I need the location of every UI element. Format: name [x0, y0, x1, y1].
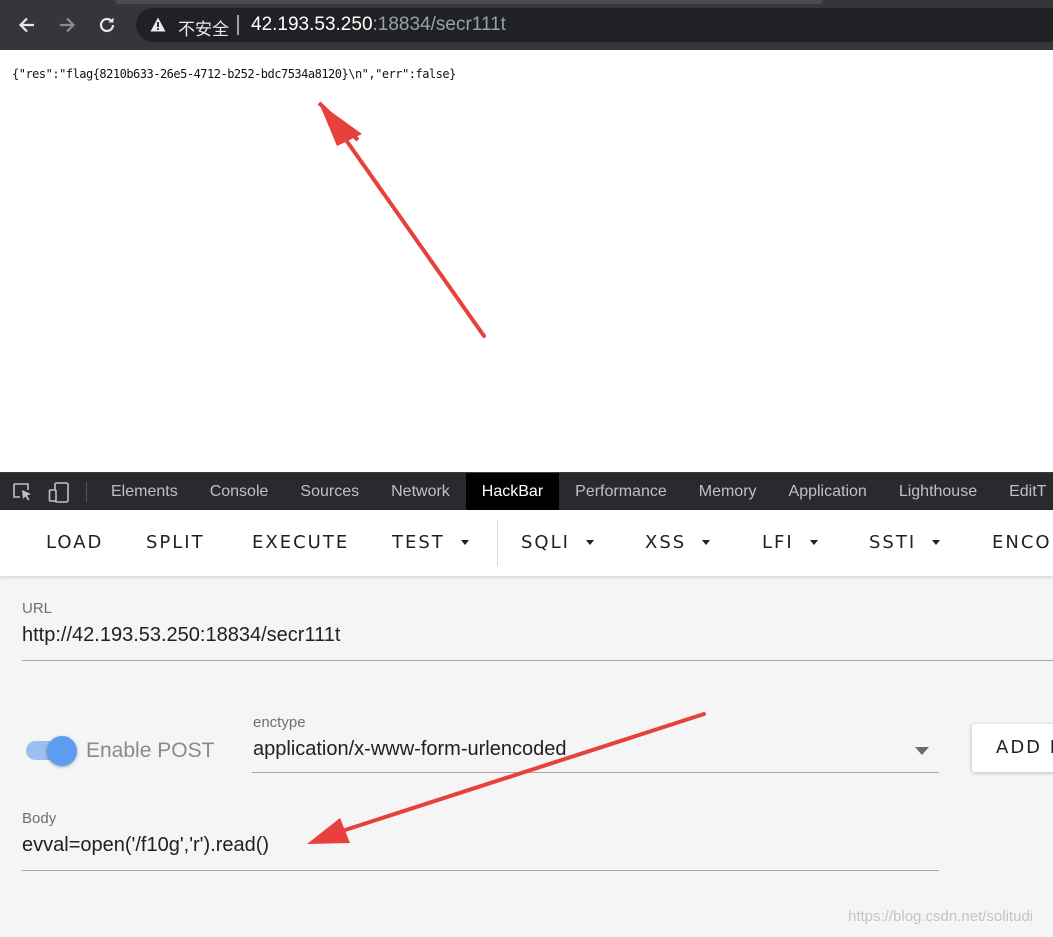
devtools-divider — [86, 482, 87, 502]
test-label: TEST — [392, 532, 445, 553]
inspect-element-icon[interactable] — [12, 482, 34, 502]
not-secure-label[interactable]: 不安全 — [178, 15, 229, 40]
tab-console[interactable]: Console — [194, 473, 285, 511]
sqli-menu-button[interactable]: SQLI — [521, 532, 594, 553]
caret-down-icon — [585, 540, 594, 545]
forward-button[interactable] — [52, 10, 82, 40]
load-button[interactable]: LOAD — [46, 532, 103, 553]
toolbar-separator — [497, 520, 498, 566]
tab-hackbar[interactable]: HackBar — [465, 473, 560, 511]
caret-down-icon — [932, 540, 941, 545]
dropdown-arrow-icon[interactable] — [915, 747, 929, 755]
devtools-tab-bar: Elements Console Sources Network HackBar… — [0, 472, 1053, 511]
caret-down-icon — [702, 540, 711, 545]
url-text[interactable]: 42.193.53.250:18834/secr111t — [251, 14, 506, 36]
caret-down-icon — [460, 540, 469, 545]
json-response: {"res":"flag{8210b633-26e5-4712-b252-bdc… — [12, 67, 456, 81]
back-arrow-icon — [18, 17, 34, 33]
body-field-label: Body — [22, 810, 57, 827]
xss-label: XSS — [645, 532, 687, 553]
enctype-select[interactable]: application/x-www-form-urlencoded — [253, 738, 566, 761]
url-port-path: :18834/secr111t — [372, 14, 506, 35]
forward-arrow-icon — [60, 17, 76, 33]
hackbar-toolbar: LOAD SPLIT EXECUTE TEST SQLI XSS LFI SST… — [0, 510, 1053, 576]
device-toolbar-icon[interactable] — [48, 482, 70, 504]
url-field-input[interactable]: http://42.193.53.250:18834/secr111t — [22, 624, 340, 647]
annotation-arrow-flag — [317, 101, 486, 338]
devtools-tabs: Elements Console Sources Network HackBar… — [95, 473, 1053, 511]
split-button[interactable]: SPLIT — [146, 532, 205, 553]
tab-strip-edge — [115, 0, 823, 4]
caret-down-icon — [809, 540, 818, 545]
add-header-button[interactable]: ADD H — [972, 724, 1053, 772]
url-field-label: URL — [22, 600, 53, 617]
browser-toolbar: 不安全 42.193.53.250:18834/secr111t — [0, 0, 1053, 50]
url-field-underline — [22, 660, 1053, 661]
tab-elements[interactable]: Elements — [95, 473, 194, 511]
lfi-menu-button[interactable]: LFI — [762, 532, 818, 553]
encoding-label: ENCO — [992, 532, 1052, 553]
enable-post-label[interactable]: Enable POST — [86, 739, 214, 763]
address-separator — [237, 15, 239, 35]
watermark-text: https://blog.csdn.net/solitudi — [848, 908, 1034, 925]
tab-network[interactable]: Network — [375, 473, 466, 511]
test-menu-button[interactable]: TEST — [392, 532, 469, 553]
encoding-menu-button[interactable]: ENCO — [992, 532, 1052, 553]
ssti-label: SSTI — [869, 532, 917, 553]
enctype-underline — [252, 772, 939, 773]
tab-application[interactable]: Application — [773, 473, 883, 511]
tab-edit-this-cookie[interactable]: EditT — [993, 473, 1053, 511]
address-bar[interactable]: 不安全 42.193.53.250:18834/secr111t — [136, 8, 1053, 42]
xss-menu-button[interactable]: XSS — [645, 532, 711, 553]
ssti-menu-button[interactable]: SSTI — [869, 532, 941, 553]
tab-memory[interactable]: Memory — [683, 473, 773, 511]
execute-button[interactable]: EXECUTE — [252, 532, 349, 553]
reload-icon — [99, 17, 115, 33]
reload-button[interactable] — [92, 10, 122, 40]
load-label: LOAD — [46, 532, 104, 553]
enctype-label: enctype — [253, 714, 306, 731]
toggle-thumb[interactable] — [47, 736, 77, 766]
tab-lighthouse[interactable]: Lighthouse — [883, 473, 993, 511]
execute-label: EXECUTE — [252, 532, 350, 553]
body-field-underline — [22, 870, 939, 871]
url-host: 42.193.53.250 — [251, 14, 373, 35]
sqli-label: SQLI — [521, 532, 570, 553]
back-button[interactable] — [12, 10, 42, 40]
body-field-input[interactable]: evval=open('/f10g','r').read() — [22, 834, 269, 857]
warning-icon[interactable] — [150, 17, 166, 32]
hackbar-form: URL http://42.193.53.250:18834/secr111t … — [0, 576, 1053, 937]
tab-sources[interactable]: Sources — [284, 473, 375, 511]
lfi-label: LFI — [762, 532, 794, 553]
split-label: SPLIT — [146, 532, 205, 553]
tab-performance[interactable]: Performance — [559, 473, 683, 511]
